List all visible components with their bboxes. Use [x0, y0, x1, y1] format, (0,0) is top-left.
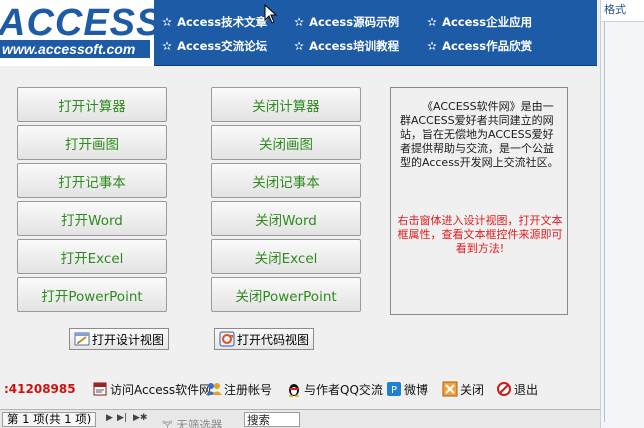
star-icon: ✫	[162, 39, 173, 53]
info-description: 《ACCESS软件网》是由一群ACCESS爱好者共同建立的网站，旨在无偿地为AC…	[400, 100, 559, 169]
filter-toggle[interactable]: 🝖 无筛选器	[162, 412, 222, 428]
qq-number: :41208985	[4, 382, 76, 396]
open-word-button[interactable]: 打开Word	[17, 201, 167, 236]
weibo-icon: P	[386, 381, 402, 397]
nav-link-label: Access企业应用	[442, 15, 533, 29]
nav-link-tech-articles[interactable]: ✫ Access技术文章	[162, 14, 267, 30]
exit-link[interactable]: 退出	[496, 380, 538, 398]
close-word-button[interactable]: 关闭Word	[211, 201, 361, 236]
open-code-view-button[interactable]: 打开代码视图	[214, 328, 315, 350]
new-record-icon[interactable]: ▶✱	[133, 413, 147, 423]
adjacent-window	[600, 0, 644, 428]
mouse-cursor-icon	[264, 4, 278, 24]
nav-link-label: Access作品欣赏	[442, 39, 533, 53]
code-view-icon	[219, 331, 235, 347]
design-view-label: 打开设计视图	[92, 332, 165, 347]
nav-link-forum[interactable]: ✫ Access交流论坛	[162, 38, 267, 54]
nav-link-label: Access技术文章	[177, 15, 268, 29]
nav-link-showcase[interactable]: ✫ Access作品欣赏	[427, 38, 532, 54]
exit-link-label: 退出	[514, 382, 539, 397]
svg-text:P: P	[391, 385, 397, 396]
star-icon: ✫	[294, 39, 305, 53]
open-excel-button[interactable]: 打开Excel	[17, 239, 167, 274]
close-paint-button[interactable]: 关闭画图	[211, 125, 361, 160]
nav-link-label: Access交流论坛	[177, 39, 268, 53]
register-link-label: 注册帐号	[224, 382, 273, 397]
qq-chat-label: 与作者QQ交流	[304, 382, 383, 397]
open-design-view-button[interactable]: 打开设计视图	[69, 328, 170, 350]
users-icon	[206, 381, 222, 397]
register-account-link[interactable]: 注册帐号	[206, 380, 272, 398]
close-calculator-button[interactable]: 关闭计算器	[211, 87, 361, 122]
nav-link-label: Access培训教程	[309, 39, 400, 53]
info-hint: 右击窗体进入设计视图，打开文本框属性，查看文本框控件来源即可看到方法!	[397, 214, 563, 255]
nav-link-source-examples[interactable]: ✫ Access源码示例	[294, 14, 399, 30]
logo-text: ACCESS	[0, 2, 154, 44]
open-powerpoint-button[interactable]: 打开PowerPoint	[17, 277, 167, 312]
record-counter[interactable]: 第 1 项(共 1 项)	[2, 412, 97, 427]
header-banner: ACCESS www.accessoft.com ✫ Access技术文章 ✫ Ac…	[0, 0, 597, 66]
open-calculator-button[interactable]: 打开计算器	[17, 87, 167, 122]
filter-label: 无筛选器	[176, 418, 223, 428]
open-notepad-button[interactable]: 打开记事本	[17, 163, 167, 198]
record-navigator: 第 1 项(共 1 项) ▶ ▶| ▶✱ 🝖 无筛选器	[0, 409, 600, 428]
search-input[interactable]	[244, 412, 300, 427]
star-icon: ✫	[294, 15, 305, 29]
exit-icon	[496, 381, 512, 397]
divider	[604, 22, 605, 422]
nav-link-training[interactable]: ✫ Access培训教程	[294, 38, 399, 54]
weibo-label: 微博	[404, 382, 429, 397]
close-notepad-button[interactable]: 关闭记事本	[211, 163, 361, 198]
close-link-label: 关闭	[460, 382, 485, 397]
format-tab-label[interactable]: 格式	[604, 1, 626, 17]
no-filter-icon: 🝖	[162, 418, 173, 428]
code-view-label: 打开代码视图	[237, 332, 310, 347]
star-icon: ✫	[427, 15, 438, 29]
design-view-icon	[74, 331, 90, 347]
footer-bar: :41208985 访问Access软件网 注册帐号 与作者QQ交流 P 微博 …	[0, 376, 600, 402]
weibo-link[interactable]: P 微博	[386, 380, 428, 398]
next-record-icon[interactable]: ▶	[106, 413, 113, 423]
close-powerpoint-button[interactable]: 关闭PowerPoint	[211, 277, 361, 312]
access-form: ACCESS www.accessoft.com ✫ Access技术文章 ✫ Ac…	[0, 0, 600, 428]
star-icon: ✫	[162, 15, 173, 29]
visit-link-label: 访问Access软件网	[110, 382, 212, 397]
info-textbox: 《ACCESS软件网》是由一群ACCESS爱好者共同建立的网站，旨在无偿地为AC…	[390, 87, 568, 315]
close-icon	[442, 381, 458, 397]
nav-link-label: Access源码示例	[309, 15, 400, 29]
visit-access-site-link[interactable]: 访问Access软件网	[92, 380, 211, 398]
logo: ACCESS www.accessoft.com	[0, 0, 154, 66]
qq-penguin-icon	[286, 381, 302, 397]
open-paint-button[interactable]: 打开画图	[17, 125, 167, 160]
qq-chat-link[interactable]: 与作者QQ交流	[286, 380, 383, 398]
close-excel-button[interactable]: 关闭Excel	[211, 239, 361, 274]
last-record-icon[interactable]: ▶|	[117, 413, 127, 423]
close-link[interactable]: 关闭	[442, 380, 484, 398]
visit-site-icon	[92, 381, 108, 397]
star-icon: ✫	[427, 39, 438, 53]
nav-link-enterprise-apps[interactable]: ✫ Access企业应用	[427, 14, 532, 30]
logo-url: www.accessoft.com	[0, 40, 150, 58]
